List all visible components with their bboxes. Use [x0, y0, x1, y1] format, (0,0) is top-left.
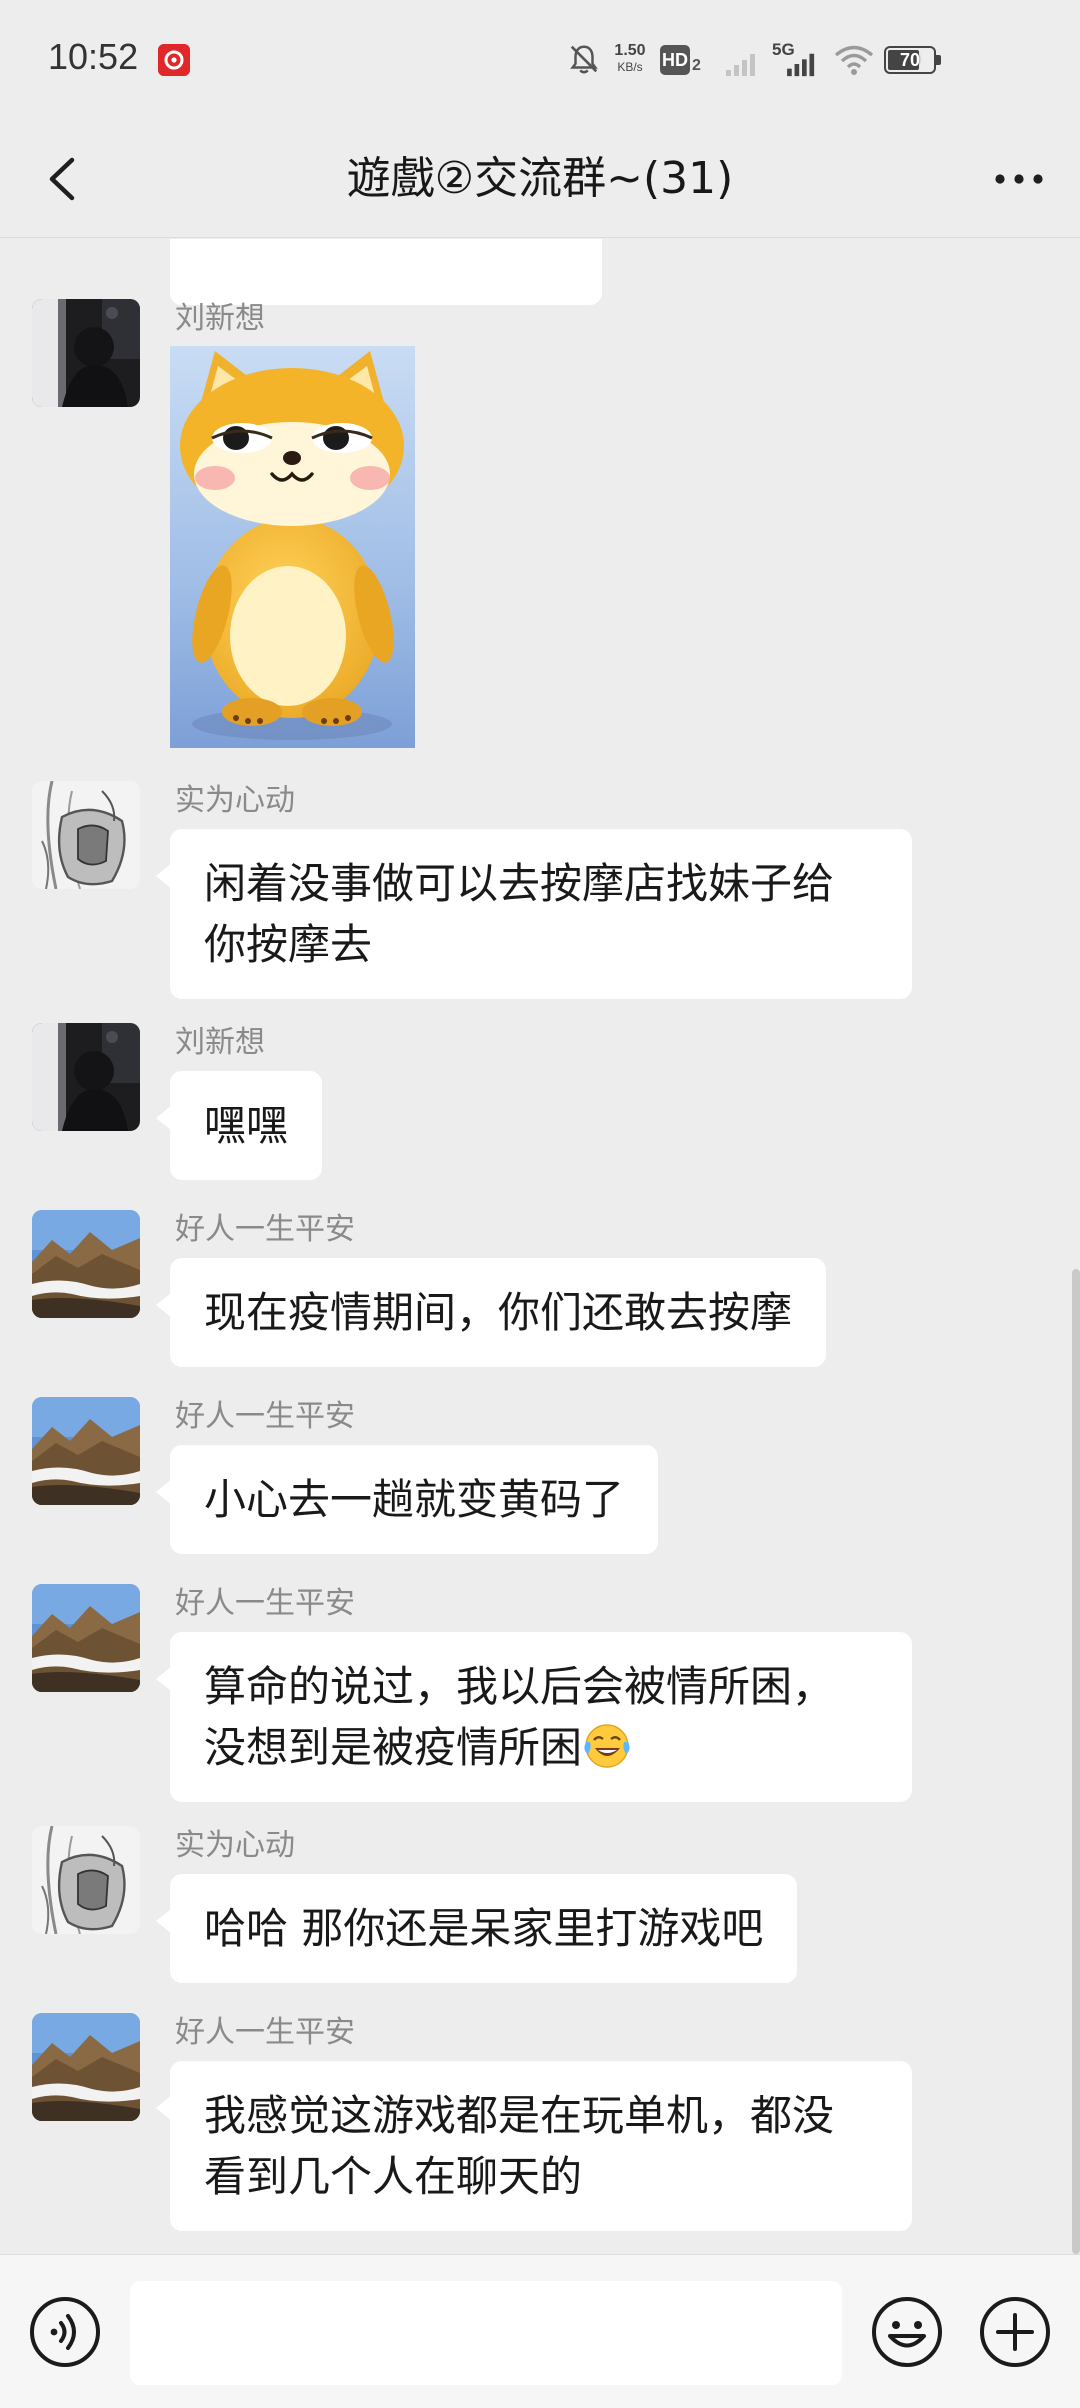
- message-bubble[interactable]: 闲着没事做可以去按摩店找妹子给 你按摩去: [156, 829, 912, 999]
- mountain-avatar[interactable]: [32, 1397, 140, 1505]
- input-bar: [0, 2254, 1080, 2408]
- message-bubble[interactable]: 哈哈 那你还是呆家里打游戏吧: [155, 1874, 798, 1983]
- chat-header: 遊戲②交流群~(31): [0, 120, 1080, 238]
- netease-music-icon: [158, 44, 190, 76]
- message-bubble[interactable]: 现在疫情期间，你们还敢去按摩: [155, 1258, 827, 1367]
- sketch-avatar[interactable]: [32, 1826, 140, 1934]
- message-input[interactable]: [130, 2281, 842, 2385]
- message-line: 没想到是被疫情所困: [204, 1723, 583, 1772]
- net-speed-unit: KB/s: [617, 60, 643, 74]
- message-bubble[interactable]: 小心去一趟就变黄码了: [155, 1445, 659, 1554]
- message-line: 算命的说过，我以后会被情所困，: [204, 1662, 835, 1711]
- partial-message-bubble[interactable]: [170, 239, 602, 305]
- hd-label: HD: [660, 45, 690, 75]
- sender-name: 刘新想: [175, 1025, 265, 1060]
- message-line: 你按摩去: [204, 920, 373, 969]
- wifi-icon: [834, 45, 874, 75]
- message-line: 哈哈 那你还是呆家里打游戏吧: [204, 1904, 764, 1953]
- message-line: 看到几个人在聊天的: [204, 2152, 583, 2201]
- message-bubble[interactable]: 算命的说过，我以后会被情所困， 没想到是被疫情所困: [156, 1632, 912, 1802]
- more-icon: [995, 174, 1043, 184]
- message-line-with-emoji: 没想到是被疫情所困: [204, 1717, 878, 1778]
- sender-name: 好人一生平安: [175, 1212, 355, 1247]
- sender-name: 刘新想: [175, 301, 265, 336]
- message-line: 闲着没事做可以去按摩店找妹子给: [204, 859, 835, 908]
- message-line: 嘿嘿: [204, 1101, 289, 1150]
- mountain-avatar[interactable]: [32, 1584, 140, 1692]
- sender-name: 实为心动: [175, 1828, 295, 1863]
- dark-portrait-avatar[interactable]: [32, 1023, 140, 1131]
- sender-name: 好人一生平安: [175, 1399, 355, 1434]
- plus-icon: [980, 2297, 1050, 2367]
- mountain-avatar[interactable]: [32, 2013, 140, 2121]
- voice-icon: [30, 2297, 100, 2367]
- sender-name: 实为心动: [175, 783, 295, 818]
- more-functions-button[interactable]: [978, 2295, 1052, 2369]
- net-speed: 1.50 KB/s: [610, 42, 650, 78]
- signal-icon: 5G: [772, 40, 824, 78]
- message-bubble[interactable]: 嘿嘿: [155, 1071, 323, 1180]
- hd-icon: HD 2: [660, 45, 704, 77]
- chat-message-list[interactable]: 刘新想 实为心动 闲着没事做可以去按摩店找妹子给 你按摩去 刘新想 嘿嘿 好人一…: [0, 239, 1080, 2254]
- sender-name: 好人一生平安: [175, 1586, 355, 1621]
- net-speed-value: 1.50: [614, 42, 646, 59]
- mute-bell-icon: [570, 45, 598, 74]
- sketch-avatar[interactable]: [32, 781, 140, 889]
- status-bar: 10:52 1.50 KB/s HD 2 5G 70: [0, 0, 1080, 120]
- status-time: 10:52: [48, 36, 139, 77]
- battery-level: 70: [899, 50, 921, 70]
- message-line: 现在疫情期间，你们还敢去按摩: [204, 1288, 793, 1337]
- more-button[interactable]: [984, 144, 1054, 214]
- voice-button[interactable]: [28, 2295, 102, 2369]
- emoji-button[interactable]: [870, 2295, 944, 2369]
- sender-name: 好人一生平安: [175, 2015, 355, 2050]
- signal-icon-sim1: [726, 54, 755, 76]
- mountain-avatar[interactable]: [32, 1210, 140, 1318]
- message-line: 小心去一趟就变黄码了: [204, 1475, 625, 1524]
- back-icon: [49, 157, 75, 201]
- chat-title: 遊戲②交流群~(31): [346, 153, 734, 204]
- back-button[interactable]: [28, 144, 98, 214]
- emoji-face-icon: [872, 2297, 942, 2367]
- dark-portrait-avatar[interactable]: [32, 299, 140, 407]
- hd-sub: 2: [692, 57, 701, 74]
- sticker-image[interactable]: [170, 346, 415, 748]
- message-bubble[interactable]: 我感觉这游戏都是在玩单机，都没 看到几个人在聊天的: [156, 2061, 912, 2231]
- battery-icon: 70: [884, 46, 942, 74]
- message-line: 我感觉这游戏都是在玩单机，都没: [204, 2091, 835, 2140]
- laugh-crying-emoji: [584, 1724, 630, 1768]
- chat-scrollbar[interactable]: [1072, 1269, 1080, 2254]
